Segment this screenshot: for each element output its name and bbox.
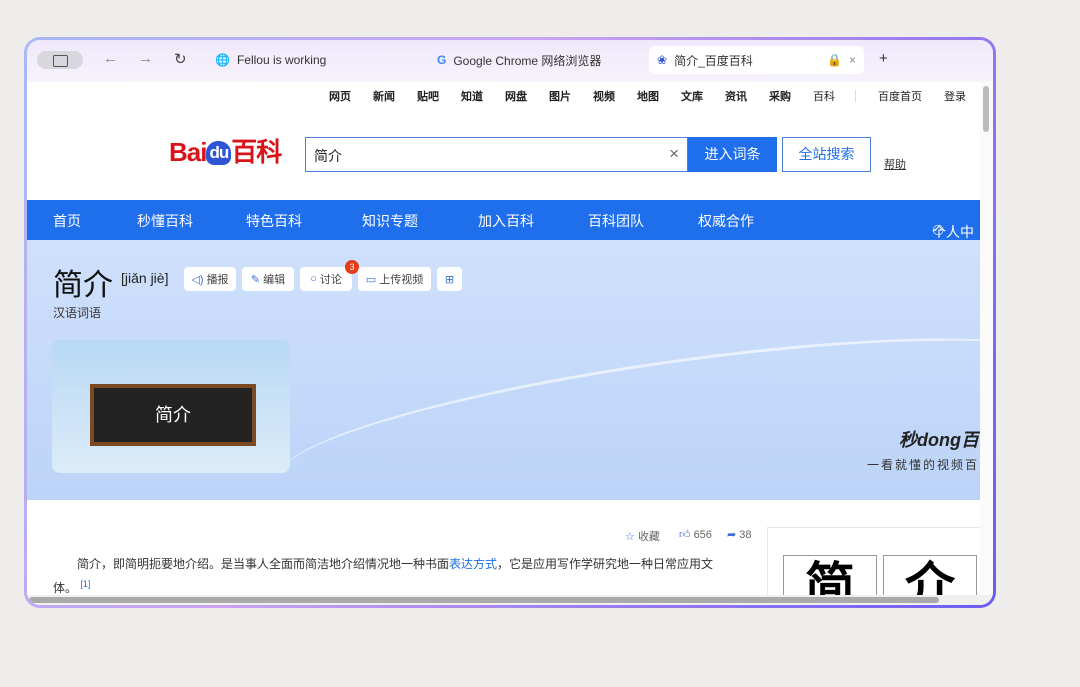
browser-window: ← → ↻ 🌐 Fellou is working G Google Chrome … <box>24 37 996 608</box>
main-nav: 首页 秒懂百科 特色百科 知识专题 加入百科 百科团队 权威合作 ⚇ 个人中 <box>27 200 980 240</box>
divider <box>855 90 856 102</box>
login-link[interactable]: 登录 <box>944 88 966 104</box>
nav-link[interactable]: 知道 <box>461 88 483 104</box>
character-card: 简 介 <box>767 527 980 595</box>
nav-link[interactable]: 贴吧 <box>417 88 439 104</box>
site-search-button[interactable]: 全站搜索 <box>782 137 871 172</box>
new-tab-button[interactable]: + <box>879 50 888 67</box>
nav-item[interactable]: 知识专题 <box>362 211 418 231</box>
back-icon[interactable]: ← <box>103 50 118 67</box>
nav-home[interactable]: 首页 <box>53 211 81 231</box>
nav-link[interactable]: 新闻 <box>373 88 395 104</box>
tab-bar: ← → ↻ 🌐 Fellou is working G Google Chrome … <box>27 40 993 82</box>
nav-link[interactable]: 网页 <box>329 88 351 104</box>
page-content: 网页 新闻 贴吧 知道 网盘 图片 视频 地图 文库 资讯 采购 百科 百度首页… <box>27 82 980 595</box>
reference-link[interactable]: [1] <box>80 579 90 589</box>
lock-icon: 🔒 <box>827 53 842 67</box>
share-icon: ➦ <box>727 529 737 541</box>
nav-item[interactable]: 百科团队 <box>588 211 644 231</box>
nav-item[interactable]: 权威合作 <box>698 211 754 231</box>
nav-link[interactable]: 资讯 <box>725 88 747 104</box>
tab-fellou[interactable]: 🌐 Fellou is working <box>207 46 334 74</box>
enter-entry-button[interactable]: 进入词条 <box>688 137 777 172</box>
share-button[interactable]: ➦ 38 <box>727 528 752 541</box>
speaker-icon: ◁) <box>191 273 204 286</box>
globe-icon: 🌐 <box>215 53 230 67</box>
nav-link[interactable]: 图片 <box>549 88 571 104</box>
blackboard: 简介 <box>90 384 256 446</box>
character-glyph: 介 <box>883 555 977 595</box>
edit-button[interactable]: ✎ 编辑 <box>242 267 294 291</box>
baidu-home-link[interactable]: 百度首页 <box>878 88 922 104</box>
comment-icon: ○ <box>310 273 317 285</box>
collect-button[interactable]: ☆ 收藏 <box>625 528 660 544</box>
forward-icon[interactable]: → <box>138 50 153 67</box>
nav-item[interactable]: 特色百科 <box>246 211 302 231</box>
nav-link[interactable]: 网盘 <box>505 88 527 104</box>
miaodong-logo: 秒dong百 <box>899 430 979 450</box>
help-link[interactable]: 帮助 <box>884 156 906 172</box>
pencil-icon: ✎ <box>250 273 261 286</box>
nav-link[interactable]: 百科 <box>813 88 835 104</box>
nav-item[interactable]: 加入百科 <box>478 211 534 231</box>
expression-link[interactable]: 表达方式 <box>449 557 497 571</box>
vertical-scrollbar[interactable] <box>980 82 993 595</box>
nav-item[interactable]: 秒懂百科 <box>137 211 193 231</box>
thumb-up-icon: 👍︎ <box>679 529 691 541</box>
nav-link[interactable]: 地图 <box>637 88 659 104</box>
entry-header: 简介 [jiǎn jiè] ◁) 播报 ✎ 编辑 ○ 讨论 3 ▭ 上传视频 ⊞ 汉语词… <box>27 240 980 500</box>
plus-icon: ⊞ <box>444 273 455 286</box>
add-button[interactable]: ⊞ <box>437 267 462 291</box>
play-button[interactable]: ◁) 播报 <box>184 267 236 291</box>
summary-paragraph: 简介，即简明扼要地介绍。是当事人全面而简洁地介绍情况地一种书面表达方式，它是应用… <box>53 557 714 595</box>
nav-link[interactable]: 文库 <box>681 88 703 104</box>
like-button[interactable]: 👍︎ 656 <box>679 528 712 541</box>
slogan: 一看就懂的视频百 <box>867 458 980 472</box>
character-glyph: 简 <box>783 555 877 595</box>
discuss-button[interactable]: ○ 讨论 <box>300 267 352 291</box>
clear-icon[interactable]: × <box>669 144 679 164</box>
discuss-count-badge: 3 <box>345 260 359 274</box>
tab-chrome[interactable]: G Google Chrome 网络浏览器 <box>429 46 609 74</box>
search-input[interactable]: 简介 × <box>305 137 688 172</box>
video-thumbnail[interactable]: 简介 <box>52 340 290 473</box>
video-icon: ▭ <box>365 273 377 286</box>
baidu-baike-logo[interactable]: Bai du 百科 <box>169 132 282 169</box>
horizontal-scrollbar[interactable] <box>27 595 993 605</box>
close-tab-icon[interactable]: × <box>849 53 856 67</box>
upload-video-button[interactable]: ▭ 上传视频 <box>358 267 431 291</box>
page-title: 简介 <box>53 269 113 302</box>
sidebar-toggle-button[interactable] <box>37 51 83 69</box>
nav-link[interactable]: 视频 <box>593 88 615 104</box>
baidu-paw-icon: ❀ <box>657 53 668 67</box>
category-label: 汉语词语 <box>53 306 102 320</box>
google-icon: G <box>437 53 447 67</box>
top-nav: 网页 新闻 贴吧 知道 网盘 图片 视频 地图 文库 资讯 采购 百科 百度首页… <box>307 88 966 104</box>
pinyin: [jiǎn jiè] <box>121 270 169 286</box>
reload-icon[interactable]: ↻ <box>174 50 187 68</box>
star-icon: ☆ <box>625 531 635 543</box>
tab-baike[interactable]: ❀ 简介_百度百科 🔒 × <box>649 46 864 74</box>
nav-link[interactable]: 采购 <box>769 88 791 104</box>
